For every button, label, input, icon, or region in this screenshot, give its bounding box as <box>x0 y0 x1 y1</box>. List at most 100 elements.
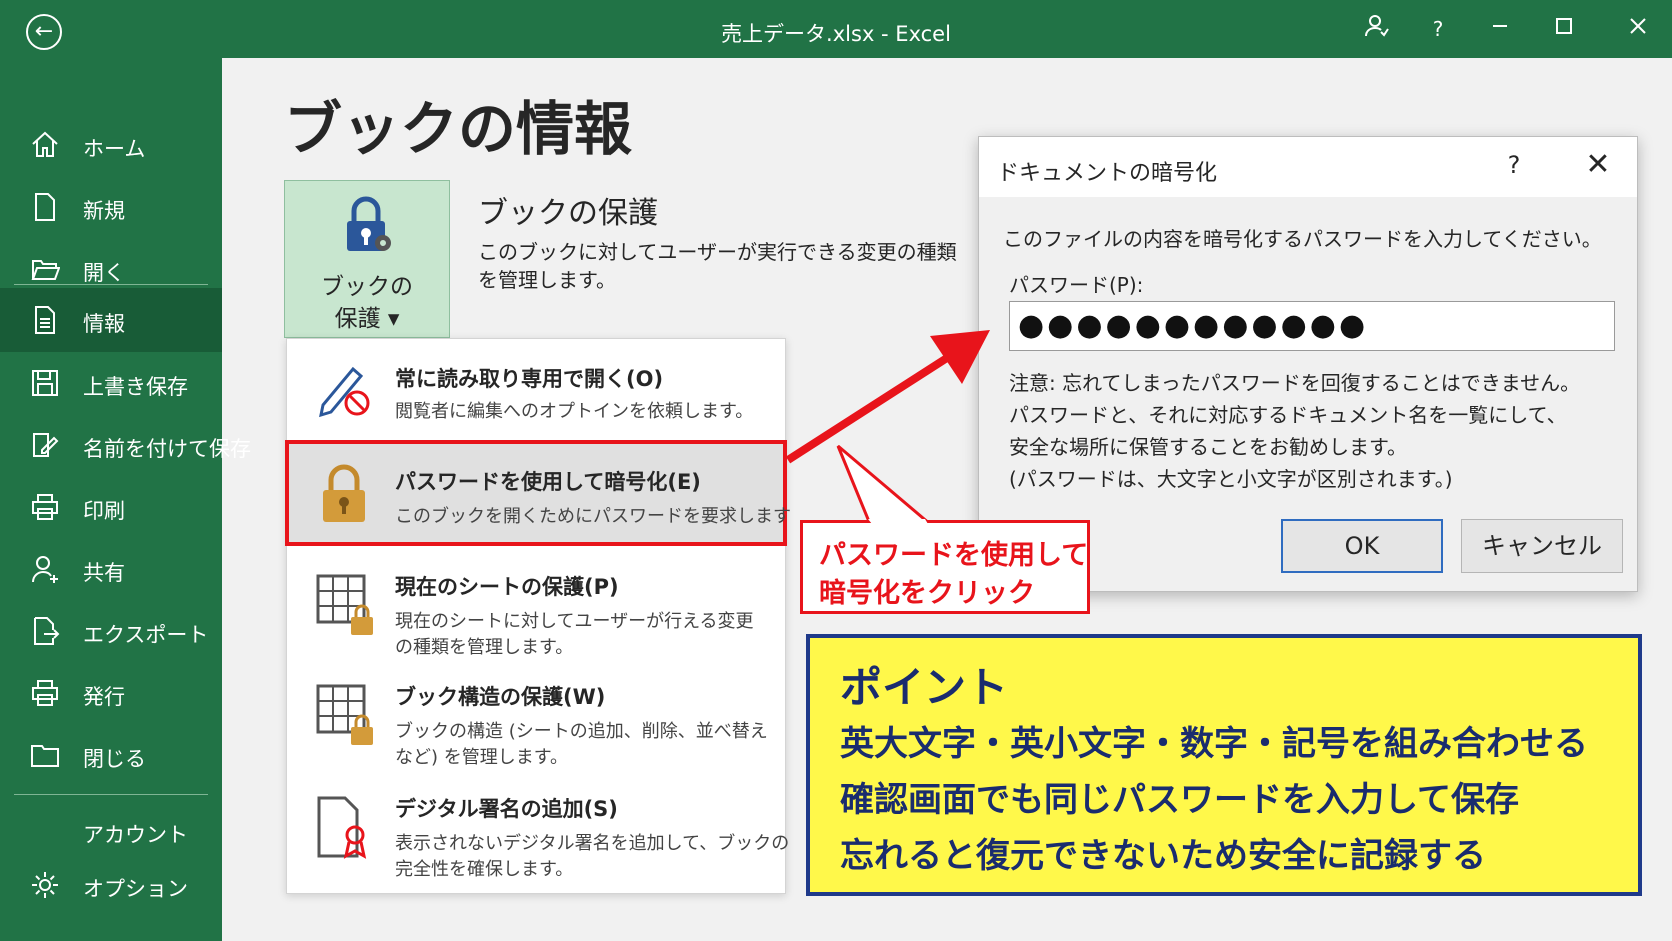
annotation-arrow-line <box>785 352 953 464</box>
nav-save[interactable]: 上書き保存 <box>0 354 222 412</box>
save-icon <box>32 370 58 396</box>
printer-icon <box>32 494 58 520</box>
nav-label: 発行 <box>83 685 125 709</box>
annotation-callout: パスワードを使用して 暗号化をクリック <box>800 520 1090 614</box>
folder-close-icon <box>31 745 59 767</box>
nav-options[interactable]: オプション <box>0 856 222 914</box>
menu-item-description: 完全性を確保します。 <box>395 859 574 880</box>
menu-item-read-only[interactable]: 常に読み取り専用で開く(O) 閲覧者に編集へのオプトインを依頼します。 <box>287 339 785 435</box>
nav-info[interactable]: 情報 <box>0 288 222 352</box>
new-file-icon <box>35 193 55 221</box>
export-icon <box>34 617 60 645</box>
warning-text: 安全な場所に保管することをお勧めします。 <box>1009 435 1407 459</box>
nav-share[interactable]: 共有 <box>0 540 222 598</box>
dialog-header: ドキュメントの暗号化 ? ✕ <box>979 137 1637 197</box>
save-as-icon <box>33 433 59 457</box>
lock-key-icon <box>347 196 391 251</box>
nav-publish[interactable]: 発行 <box>0 664 222 722</box>
tip-line: 確認画面でも同じパスワードを入力して保存 <box>840 780 1519 820</box>
menu-item-description: 現在のシートに対してユーザーが行える変更 <box>395 611 754 632</box>
help-icon[interactable]: ? <box>1499 151 1529 179</box>
nav-divider <box>14 794 208 795</box>
cancel-button[interactable]: キャンセル <box>1461 519 1623 573</box>
section-description: このブックに対してユーザーが実行できる変更の種類 <box>478 240 957 264</box>
password-label: パスワード(P): <box>1009 273 1144 297</box>
callout-pointer <box>836 444 935 526</box>
warning-text: パスワードと、それに対応するドキュメント名を一覧にして、 <box>1009 403 1567 427</box>
menu-item-description: このブックを開くためにパスワードを要求します <box>395 506 791 527</box>
dialog-instruction: このファイルの内容を暗号化するパスワードを入力してください。 <box>1003 227 1602 251</box>
nav-label: 名前を付けて保存 <box>83 437 251 461</box>
menu-item-add-digital-signature[interactable]: デジタル署名の追加(S) 表示されないデジタル署名を追加して、ブックの 完全性を… <box>287 773 789 883</box>
home-icon <box>32 131 58 157</box>
tip-box: ポイント 英大文字・英小文字・数字・記号を組み合わせる 確認画面でも同じパスワー… <box>806 634 1642 896</box>
protect-dropdown-menu: 常に読み取り専用で開く(O) 閲覧者に編集へのオプトインを依頼します。 パスワー… <box>285 338 791 894</box>
nav-label: 情報 <box>83 312 125 336</box>
page-title: ブックの情報 <box>284 95 633 163</box>
menu-item-title: 現在のシートの保護(P) <box>395 575 619 599</box>
menu-item-protect-sheet[interactable]: 現在のシートの保護(P) 現在のシートに対してユーザーが行える変更 の種類を管理… <box>287 549 785 659</box>
nav-divider <box>14 284 208 285</box>
nav-label: オプション <box>83 877 188 901</box>
title-bar: ← 売上データ.xlsx - Excel ? <box>0 0 1672 58</box>
lock-icon <box>323 464 365 522</box>
account-icon[interactable] <box>1356 12 1396 46</box>
menu-item-description: の種類を管理します。 <box>395 637 574 658</box>
nav-save-as[interactable]: 名前を付けて保存 <box>0 416 251 474</box>
share-person-icon <box>32 556 58 583</box>
warning-text: 注意: 忘れてしまったパスワードを回復することはできません。 <box>1009 371 1581 395</box>
protect-workbook-button[interactable]: ブックの 保護 ▾ <box>284 180 450 338</box>
certificate-icon <box>317 796 367 859</box>
menu-item-description: ブックの構造 (シートの追加、削除、並べ替え <box>395 721 768 742</box>
dialog-title: ドキュメントの暗号化 <box>997 161 1218 186</box>
menu-item-title: 常に読み取り専用で開く(O) <box>395 367 664 391</box>
menu-item-description: 閲覧者に編集へのオプトインを依頼します。 <box>395 401 754 422</box>
nav-account[interactable]: アカウント <box>0 802 222 860</box>
menu-item-description: など) を管理します。 <box>395 747 568 768</box>
publish-icon <box>32 680 58 706</box>
tip-line: 忘れると復元できないため安全に記録する <box>840 836 1486 876</box>
workbook-lock-icon <box>316 684 373 745</box>
nav-label: 閉じる <box>83 747 146 771</box>
folder-open-icon <box>31 260 60 280</box>
menu-item-encrypt-with-password[interactable]: パスワードを使用して暗号化(E) このブックを開くためにパスワードを要求します <box>285 440 791 546</box>
menu-item-title: パスワードを使用して暗号化(E) <box>395 470 701 494</box>
nav-new[interactable]: 新規 <box>0 178 222 236</box>
backstage-sidebar: ホーム 新規 開く 情報 上書き保存 名前を付けて保存 印刷 共有 エクスポート… <box>0 58 251 941</box>
nav-export[interactable]: エクスポート <box>0 602 222 660</box>
nav-home[interactable]: ホーム <box>0 116 222 174</box>
nav-label: ホーム <box>83 137 146 161</box>
sheet-lock-icon <box>316 574 373 635</box>
maximize-icon[interactable] <box>1544 12 1584 46</box>
tip-title: ポイント <box>840 663 1009 712</box>
info-document-icon <box>35 306 55 334</box>
password-input[interactable]: ●●●●●●●●●●●● <box>1009 301 1615 351</box>
tip-line: 英大文字・英小文字・数字・記号を組み合わせる <box>840 724 1588 764</box>
menu-item-protect-workbook-structure[interactable]: ブック構造の保護(W) ブックの構造 (シートの追加、削除、並べ替え など) を… <box>287 661 785 771</box>
nav-label: 印刷 <box>83 499 125 523</box>
protect-button-label-dropdown: 保護 ▾ <box>334 306 400 332</box>
close-icon[interactable] <box>1618 12 1658 46</box>
nav-label: アカウント <box>83 823 188 847</box>
ok-button[interactable]: OK <box>1281 519 1443 573</box>
help-icon[interactable]: ? <box>1418 12 1458 46</box>
nav-label: エクスポート <box>83 623 209 647</box>
callout-text: 暗号化をクリック <box>819 578 1035 609</box>
menu-item-title: デジタル署名の追加(S) <box>395 797 618 821</box>
close-icon[interactable]: ✕ <box>1581 147 1615 182</box>
section-title: ブックの保護 <box>478 196 658 231</box>
nav-print[interactable]: 印刷 <box>0 478 222 536</box>
warning-text: (パスワードは、大文字と小文字が区別されます。) <box>1009 467 1453 491</box>
nav-label: 開く <box>83 261 125 285</box>
callout-text: パスワードを使用して <box>819 540 1089 571</box>
section-description: を管理します。 <box>478 268 616 292</box>
minimize-icon[interactable] <box>1480 12 1520 46</box>
read-only-pencil-icon <box>319 366 370 418</box>
menu-item-title: ブック構造の保護(W) <box>395 685 606 709</box>
menu-item-description: 表示されないデジタル署名を追加して、ブックの <box>395 833 790 854</box>
nav-close[interactable]: 閉じる <box>0 726 222 784</box>
protect-button-label: ブックの <box>321 274 413 300</box>
nav-label: 新規 <box>83 199 125 223</box>
nav-label: 共有 <box>83 561 125 585</box>
gear-icon <box>32 872 58 898</box>
